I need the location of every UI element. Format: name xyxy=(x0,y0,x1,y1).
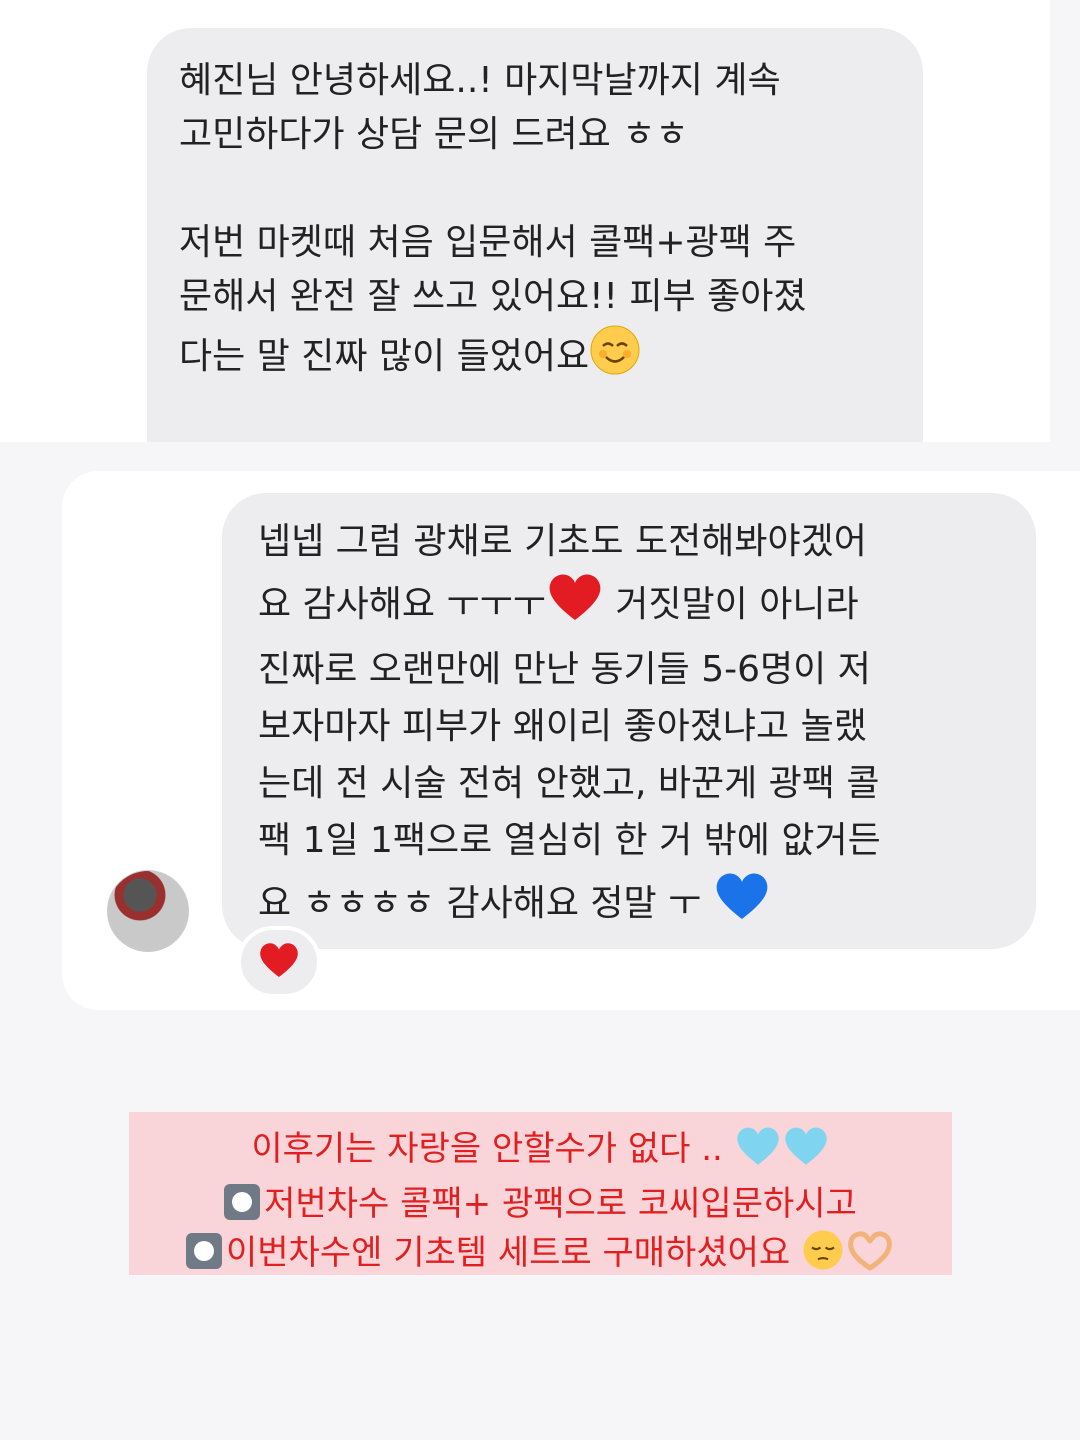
smiling-face-icon xyxy=(589,324,641,392)
message-text: 요 ㅎㅎㅎㅎ 감사해요 정말 ㅜ xyxy=(258,883,702,924)
message-text-line: 고민하다가 상담 문의 드려요 ㅎㅎ xyxy=(179,114,689,155)
light-blue-heart-icon xyxy=(782,1124,830,1181)
message-text-line: 요 감사해요 ㅜㅜㅜ 거짓말이 아니라 xyxy=(258,570,1018,641)
screenshot-collage: 혜진님 안녕하세요..! 마지막날까지 계속 고민하다가 상담 문의 드려요 ㅎ… xyxy=(0,0,1080,1440)
radio-button-icon xyxy=(186,1233,222,1269)
blue-heart-icon xyxy=(713,869,771,940)
caption-text: 이번차수엔 기초템 세트로 구매하셨어요 xyxy=(226,1233,791,1273)
reaction-badge[interactable] xyxy=(237,926,321,998)
message-text-line: 다는 말 진짜 많이 들었어요 xyxy=(179,324,903,392)
message-text-line: 진짜로 오랜만에 만난 동기들 5-6명이 저 xyxy=(258,649,871,690)
radio-button-icon xyxy=(224,1184,261,1220)
caption-line: 저번차수 콜팩+ 광팩으로 코씨입문하시고 xyxy=(129,1181,952,1228)
message-text-line: 요 ㅎㅎㅎㅎ 감사해요 정말 ㅜ xyxy=(258,869,1018,940)
message-text-line: 는데 전 시술 전혀 안했고, 바꾼게 광팩 콜 xyxy=(258,763,880,804)
message-text-line: 넵넵 그럼 광채로 기초도 도전해봐야겠어 xyxy=(258,521,867,562)
message-text-line: 보자마자 피부가 왜이리 좋아졌냐고 놀랬 xyxy=(258,706,867,747)
message-text: 거짓말이 아니라 xyxy=(603,584,859,625)
message-text-line: 문해서 완전 잘 쓰고 있어요!! 피부 좋아졌 xyxy=(179,276,807,317)
message-text-line: 혜진님 안녕하세요..! 마지막날까지 계속 xyxy=(179,60,781,101)
received-message-bubble[interactable]: 혜진님 안녕하세요..! 마지막날까지 계속 고민하다가 상담 문의 드려요 ㅎ… xyxy=(147,28,923,442)
review-caption: 이후기는 자랑을 안할수가 없다 .. 저번차수 콜팩+ 광팩으로 코씨입문하시… xyxy=(129,1112,952,1275)
pensive-face-icon xyxy=(801,1228,845,1285)
caption-text: 이후기는 자랑을 안할수가 없다 .. xyxy=(251,1129,723,1169)
caption-text: 저번차수 콜팩+ 광팩으로 코씨입문하시고 xyxy=(264,1184,857,1224)
message-text-line: 팩 1일 1팩으로 열심히 한 거 밖에 앖거든 xyxy=(258,820,881,861)
red-heart-icon xyxy=(546,570,604,641)
message-text: 다는 말 진짜 많이 들었어요 xyxy=(179,336,590,377)
message-text: 요 감사해요 ㅜㅜㅜ xyxy=(258,584,546,625)
caption-line: 이번차수엔 기초템 세트로 구매하셨어요 xyxy=(129,1228,952,1285)
red-heart-icon xyxy=(257,940,301,984)
light-blue-heart-icon xyxy=(734,1124,782,1181)
received-message-bubble[interactable]: 넵넵 그럼 광채로 기초도 도전해봐야겠어 요 감사해요 ㅜㅜㅜ 거짓말이 아니… xyxy=(222,493,1036,949)
caption-line: 이후기는 자랑을 안할수가 없다 .. xyxy=(129,1124,952,1181)
avatar[interactable] xyxy=(107,870,189,952)
heart-hands-icon xyxy=(845,1228,895,1285)
message-text-line: 저번 마켓때 처음 입문해서 콜팩+광팩 주 xyxy=(179,222,797,263)
